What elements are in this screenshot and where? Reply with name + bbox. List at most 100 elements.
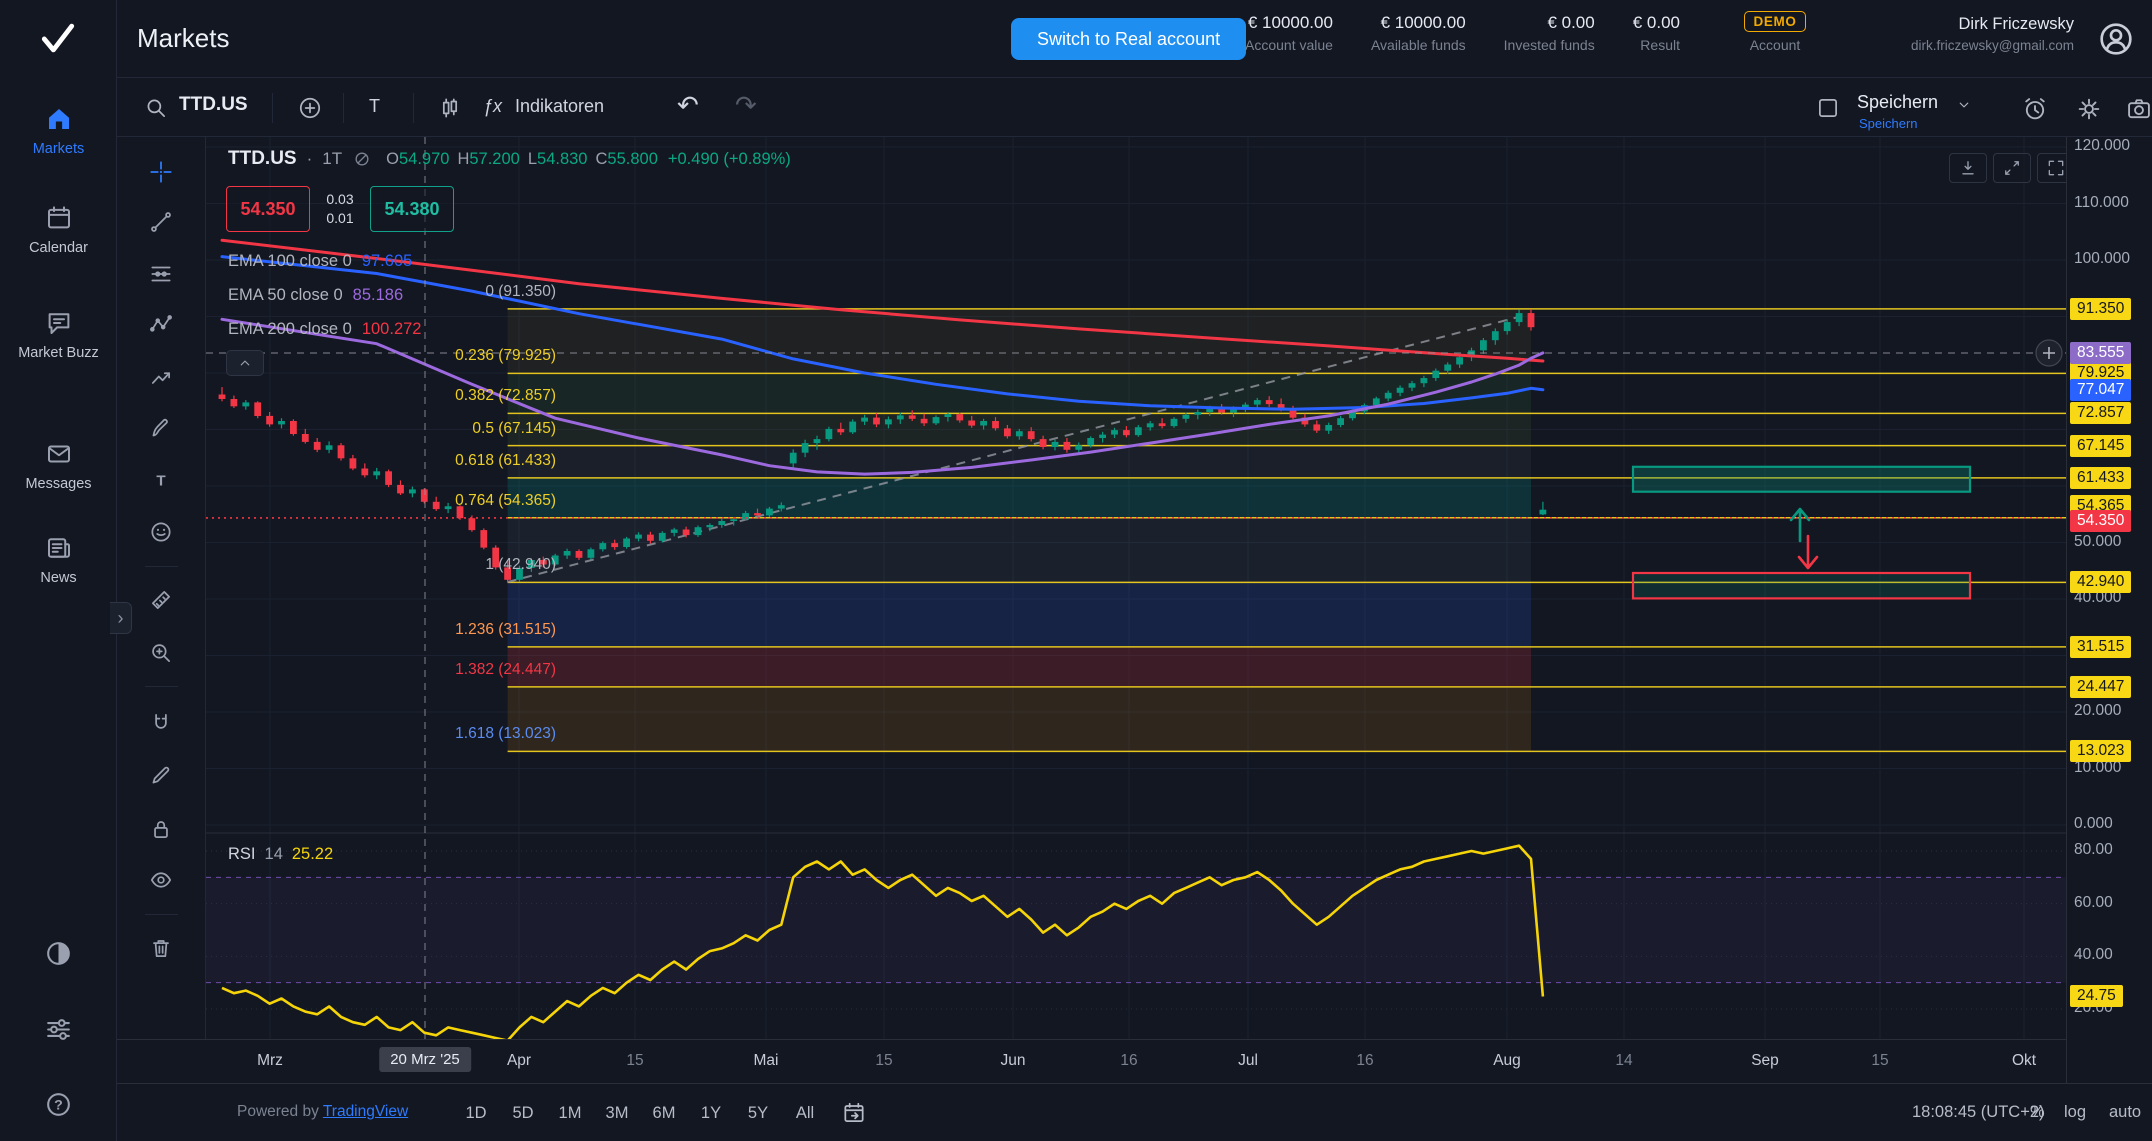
sidebar-theme-button[interactable] <box>43 938 74 969</box>
clock-label[interactable]: 18:08:45 (UTC+2) <box>1912 1103 2045 1122</box>
legend-symbol: TTD.US <box>228 148 297 170</box>
symbol-search-input[interactable]: TTD.US <box>179 94 248 116</box>
range-5Y-button[interactable]: 5Y <box>737 1095 779 1131</box>
indicator-label: EMA 200 close 0 <box>228 320 352 339</box>
user-avatar[interactable] <box>2096 19 2136 59</box>
save-layout-hint: Speichern <box>1859 116 1918 131</box>
user-email: dirk.friczewsky@gmail.com <box>1911 38 2074 53</box>
sidebar-item-markets[interactable]: Markets <box>0 104 117 159</box>
range-5D-button[interactable]: 5D <box>502 1095 544 1131</box>
indicator-row[interactable]: EMA 200 close 0100.272 <box>228 312 421 346</box>
chart-legend[interactable]: TTD.US · 1T O54.970H57.200L54.830C55.800… <box>228 148 791 170</box>
fib-retracement-icon <box>148 261 174 287</box>
range-6M-button[interactable]: 6M <box>643 1095 685 1131</box>
legend-collapse-button[interactable] <box>226 350 264 376</box>
interval-button[interactable]: T <box>369 96 380 117</box>
go-to-date-icon[interactable] <box>841 1100 867 1126</box>
tool-draw-mode[interactable] <box>141 755 181 795</box>
brush-icon <box>148 415 174 441</box>
account-stat: € 10000.00Account value <box>1245 13 1333 53</box>
tool-fib-retracement[interactable] <box>141 254 181 294</box>
tool-brush[interactable] <box>141 408 181 448</box>
sidebar-expand-handle[interactable]: › <box>110 602 132 634</box>
fib-label: 0.382 (72.857) <box>300 387 556 405</box>
date-range-buttons: 1D5D1M3M6M1Y5YAll <box>455 1095 826 1131</box>
tool-delete[interactable] <box>141 928 181 968</box>
rsi-legend[interactable]: RSI 14 25.22 <box>228 845 333 864</box>
time-tick: Apr <box>507 1052 531 1070</box>
tool-trend-line[interactable] <box>141 202 181 242</box>
scroll-to-recent-button[interactable] <box>1949 153 1987 183</box>
sidebar-preferences-button[interactable] <box>43 1014 74 1045</box>
stat-label: Available funds <box>1371 37 1466 53</box>
sidebar-item-label: Markets <box>13 140 105 159</box>
time-tick: Mai <box>754 1052 779 1070</box>
demo-badge-label: Account <box>1735 37 1815 53</box>
sidebar-item-news[interactable]: News <box>0 533 117 588</box>
save-layout-button[interactable]: Speichern <box>1857 92 1938 113</box>
switch-to-real-account-button[interactable]: Switch to Real account <box>1011 18 1246 60</box>
fib-label: 1.236 (31.515) <box>300 621 556 639</box>
rsi-tick: 40.00 <box>2074 946 2113 964</box>
visibility-icon[interactable] <box>352 149 372 169</box>
range-1D-button[interactable]: 1D <box>455 1095 497 1131</box>
chart-bottom-bar: Powered by TradingView 1D5D1M3M6M1Y5YAll… <box>117 1083 2152 1141</box>
redo-button[interactable]: ↷ <box>735 90 757 121</box>
price-scale[interactable]: 120.000110.000100.00050.00040.00020.0001… <box>2066 137 2152 1083</box>
buy-button[interactable]: 54.380 <box>370 186 454 232</box>
tool-emoji[interactable] <box>141 512 181 552</box>
compare-add-icon[interactable] <box>297 95 323 121</box>
text-icon: T <box>148 467 174 493</box>
account-stat: € 10000.00Available funds <box>1371 13 1466 53</box>
indicator-value: 97.605 <box>362 252 412 271</box>
sidebar-item-market-buzz[interactable]: Market Buzz <box>0 308 117 363</box>
chart-corner-buttons <box>1949 153 2075 183</box>
app-header: Markets Switch to Real account € 10000.0… <box>117 0 2152 78</box>
tool-measure[interactable] <box>141 580 181 620</box>
indicator-row[interactable]: EMA 100 close 097.605 <box>228 244 421 278</box>
gear-icon[interactable] <box>2075 95 2103 123</box>
tool-cursor[interactable] <box>141 152 181 192</box>
undo-button[interactable]: ↶ <box>677 90 699 121</box>
chart-type-icon[interactable] <box>437 95 463 121</box>
maximize-pane-button[interactable] <box>1993 153 2031 183</box>
layout-select-checkbox[interactable] <box>1815 95 1841 121</box>
range-1Y-button[interactable]: 1Y <box>690 1095 732 1131</box>
price-label-fib: 13.023 <box>2070 740 2131 762</box>
app-logo[interactable] <box>36 16 80 60</box>
scale-mode-auto[interactable]: auto <box>2109 1103 2141 1122</box>
range-All-button[interactable]: All <box>784 1095 826 1131</box>
indicator-row[interactable]: EMA 50 close 085.186 <box>228 278 421 312</box>
sidebar-item-messages[interactable]: Messages <box>0 439 117 494</box>
alert-clock-icon[interactable] <box>2021 95 2049 123</box>
sidebar-item-calendar[interactable]: Calendar <box>0 203 117 258</box>
sidebar-help-button[interactable]: ? <box>43 1089 74 1120</box>
scale-mode-%[interactable]: % <box>2030 1103 2045 1122</box>
tool-text[interactable]: T <box>141 460 181 500</box>
tool-lock[interactable] <box>141 809 181 849</box>
price-tick: 0.000 <box>2074 815 2113 833</box>
price-label-fib: 91.350 <box>2070 298 2131 320</box>
symbol-search-icon[interactable] <box>143 95 169 121</box>
legend-interval: 1T <box>322 149 342 169</box>
indicators-button[interactable]: Indikatoren <box>515 96 604 117</box>
tool-magnet[interactable] <box>141 703 181 743</box>
price-label-ema100: 77.047 <box>2070 379 2131 401</box>
scale-mode-log[interactable]: log <box>2064 1103 2086 1122</box>
tool-forecast[interactable] <box>141 357 181 397</box>
tool-hide[interactable] <box>141 860 181 900</box>
legend-separator: · <box>307 149 313 169</box>
camera-snapshot-icon[interactable] <box>2125 95 2152 123</box>
tradingview-link[interactable]: TradingView <box>323 1103 408 1120</box>
tool-zoom-in[interactable] <box>141 633 181 673</box>
fx-icon[interactable]: ƒx <box>483 96 502 117</box>
price-label-fib: 24.447 <box>2070 676 2131 698</box>
range-1M-button[interactable]: 1M <box>549 1095 591 1131</box>
sell-button[interactable]: 54.350 <box>226 186 310 232</box>
chevron-down-icon[interactable] <box>1955 96 1973 114</box>
range-3M-button[interactable]: 3M <box>596 1095 638 1131</box>
time-axis[interactable]: MrzApr15Mai15Jun16Jul16Aug14Sep15Okt 20 … <box>117 1039 2152 1083</box>
tool-pattern[interactable] <box>141 305 181 345</box>
time-tick: 14 <box>1615 1052 1632 1070</box>
price-tick: 20.000 <box>2074 702 2121 720</box>
